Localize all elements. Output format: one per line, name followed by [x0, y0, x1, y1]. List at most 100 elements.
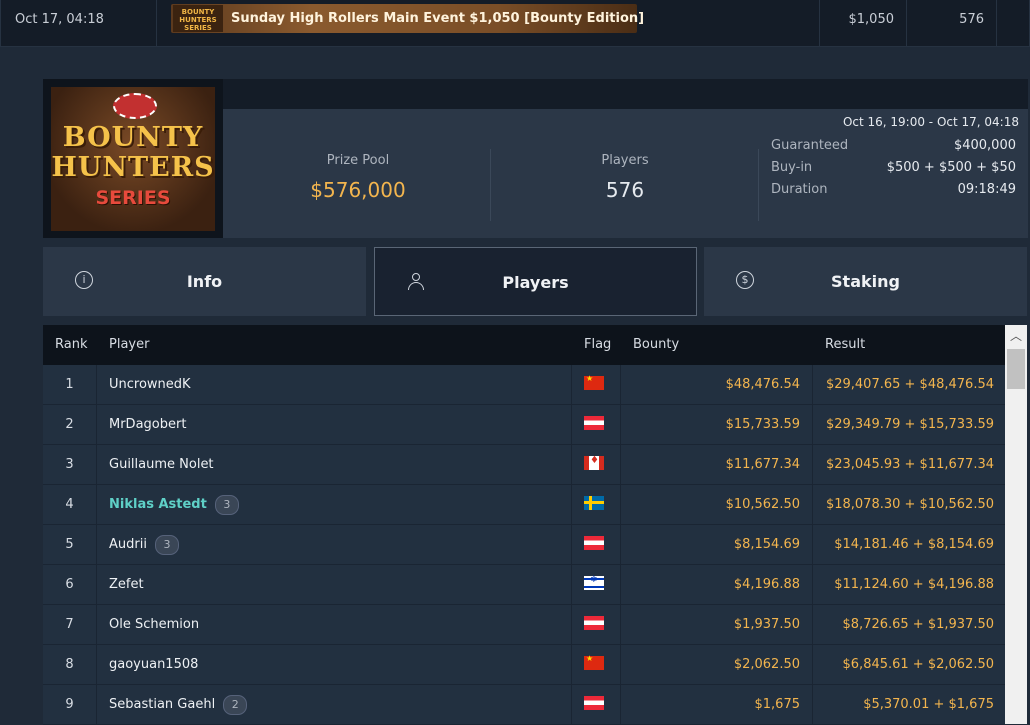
players-stat: Players 576	[525, 153, 725, 202]
player-cell[interactable]: Guillaume Nolet	[109, 445, 214, 484]
table-row[interactable]: 4 Niklas Astedt 3 $10,562.50 $18,078.30 +…	[43, 485, 1005, 525]
player-cell[interactable]: Ole Schemion	[109, 605, 199, 644]
col-bounty[interactable]: Bounty	[633, 325, 679, 365]
bounty-cell: $4,196.88	[733, 577, 800, 592]
players-label: Players	[601, 153, 649, 168]
detail-label: Guaranteed	[771, 138, 849, 153]
detail-value: 09:18:49	[957, 182, 1016, 197]
row-buyin: $1,050	[820, 0, 907, 46]
logo-line-2: HUNTERS	[51, 152, 215, 183]
bounty-cell: $48,476.54	[725, 377, 800, 392]
result-cell: $6,845.61 + $2,062.50	[842, 657, 994, 672]
logo-line-1: BOUNTY	[62, 122, 204, 153]
table-row[interactable]: 1 UncrownedK $48,476.54 $29,407.65 + $48…	[43, 365, 1005, 405]
col-player[interactable]: Player	[109, 325, 149, 365]
bounty-cell: $10,562.50	[725, 497, 800, 512]
result-cell: $5,370.01 + $1,675	[863, 697, 994, 712]
table-row[interactable]: 7 Ole Schemion $1,937.50 $8,726.65 + $1,…	[43, 605, 1005, 645]
col-flag[interactable]: Flag	[584, 325, 611, 365]
player-cell[interactable]: Niklas Astedt 3	[109, 485, 239, 524]
table-header: Rank Player Flag Bounty Result	[43, 325, 1005, 365]
bounty-cell: $2,062.50	[733, 657, 800, 672]
player-cell[interactable]: MrDagobert	[109, 405, 186, 444]
tab-players[interactable]: Players	[374, 247, 697, 316]
sweden-flag-icon	[584, 496, 604, 510]
player-cell[interactable]: Zefet	[109, 565, 144, 604]
prize-pool-label: Prize Pool	[326, 153, 390, 168]
austria-flag-icon	[584, 696, 604, 710]
detail-guaranteed: Guaranteed $400,000	[771, 135, 1016, 157]
banner-logo: BOUNTY HUNTERS SERIES	[173, 5, 223, 32]
header-stats: Oct 16, 19:00 - Oct 17, 04:18 Prize Pool…	[223, 109, 1028, 238]
result-cell: $18,078.30 + $10,562.50	[825, 497, 994, 512]
austria-flag-icon	[584, 536, 604, 550]
tab-staking[interactable]: $ Staking	[704, 247, 1027, 316]
player-cell[interactable]: Sebastian Gaehl 2	[109, 685, 248, 724]
row-entries: 576	[907, 0, 997, 46]
table-row[interactable]: 3 Guillaume Nolet $11,677.34 $23,045.93 …	[43, 445, 1005, 485]
tournament-details: Guaranteed $400,000 Buy-in $500 + $500 +…	[771, 135, 1016, 201]
rank-cell: 7	[43, 605, 97, 644]
detail-value: $400,000	[953, 138, 1016, 153]
tournament-name: Sunday High Rollers Main Event $1,050 [B…	[231, 11, 645, 26]
header-top-bar	[223, 79, 1028, 109]
tab-label: Info	[186, 272, 223, 291]
result-cell: $29,349.79 + $15,733.59	[825, 417, 994, 432]
players-value: 576	[605, 178, 645, 202]
rank-cell: 4	[43, 485, 97, 524]
table-row[interactable]: 5 Audrii 3 $8,154.69 $14,181.46 + $8,154.…	[43, 525, 1005, 565]
player-name[interactable]: Audrii	[109, 537, 147, 552]
table-row[interactable]: 8 gaoyuan1508 $2,062.50 $6,845.61 + $2,0…	[43, 645, 1005, 685]
table-row[interactable]: 9 Sebastian Gaehl 2 $1,675 $5,370.01 + $1…	[43, 685, 1005, 725]
scroll-up-arrow-icon[interactable]: ︿	[1005, 325, 1027, 347]
player-name[interactable]: gaoyuan1508	[109, 657, 198, 672]
bounty-cell: $15,733.59	[725, 417, 800, 432]
player-name[interactable]: Sebastian Gaehl	[109, 697, 215, 712]
table-scrollbar[interactable]: ︿	[1005, 325, 1027, 724]
rank-cell: 9	[43, 685, 97, 724]
tab-label: Staking	[831, 272, 900, 291]
col-result[interactable]: Result	[825, 325, 865, 365]
canada-flag-icon	[584, 455, 604, 470]
tab-info[interactable]: i Info	[43, 247, 366, 316]
prize-pool-value: $576,000	[310, 178, 406, 202]
detail-label: Duration	[771, 182, 828, 197]
player-name[interactable]: Niklas Astedt	[109, 497, 207, 512]
rank-cell: 3	[43, 445, 97, 484]
divider	[758, 149, 759, 221]
table-row[interactable]: 2 MrDagobert $15,733.59 $29,349.79 + $15…	[43, 405, 1005, 445]
player-cell[interactable]: Audrii 3	[109, 525, 179, 564]
tournament-banner[interactable]: BOUNTY HUNTERS SERIES Sunday High Roller…	[171, 4, 644, 33]
players-table: Rank Player Flag Bounty Result 1 Uncrown…	[43, 325, 1005, 725]
poker-chip-icon	[113, 93, 157, 119]
rank-cell: 8	[43, 645, 97, 684]
rank-cell: 2	[43, 405, 97, 444]
result-cell: $8,726.65 + $1,937.50	[842, 617, 994, 632]
table-row[interactable]: 6 Zefet $4,196.88 $11,124.60 + $4,196.88	[43, 565, 1005, 605]
row-end	[997, 0, 1030, 46]
bounty-cell: $8,154.69	[733, 537, 800, 552]
tournament-header: BOUNTY HUNTERS SERIES Oct 16, 19:00 - Oc…	[43, 79, 1028, 238]
player-badge: 3	[154, 534, 179, 555]
result-cell: $11,124.60 + $4,196.88	[834, 577, 994, 592]
prize-pool-stat: Prize Pool $576,000	[258, 153, 458, 202]
tab-label: Players	[502, 273, 569, 292]
player-name[interactable]: UncrownedK	[109, 377, 191, 392]
austria-flag-icon	[584, 616, 604, 630]
logo-image: BOUNTY HUNTERS SERIES	[51, 87, 215, 231]
rank-cell: 6	[43, 565, 97, 604]
player-name[interactable]: MrDagobert	[109, 417, 186, 432]
player-name[interactable]: Zefet	[109, 577, 144, 592]
row-date: Oct 17, 04:18	[0, 0, 157, 46]
tournament-list-row[interactable]: Oct 17, 04:18 BOUNTY HUNTERS SERIES Sund…	[0, 0, 1030, 47]
player-cell[interactable]: UncrownedK	[109, 365, 191, 404]
rank-cell: 1	[43, 365, 97, 404]
detail-buyin: Buy-in $500 + $500 + $50	[771, 157, 1016, 179]
scroll-thumb[interactable]	[1007, 349, 1025, 389]
col-rank[interactable]: Rank	[55, 325, 87, 365]
player-cell[interactable]: gaoyuan1508	[109, 645, 198, 684]
result-cell: $14,181.46 + $8,154.69	[834, 537, 994, 552]
player-name[interactable]: Ole Schemion	[109, 617, 199, 632]
player-name[interactable]: Guillaume Nolet	[109, 457, 214, 472]
logo-line-3: SERIES	[95, 187, 171, 209]
